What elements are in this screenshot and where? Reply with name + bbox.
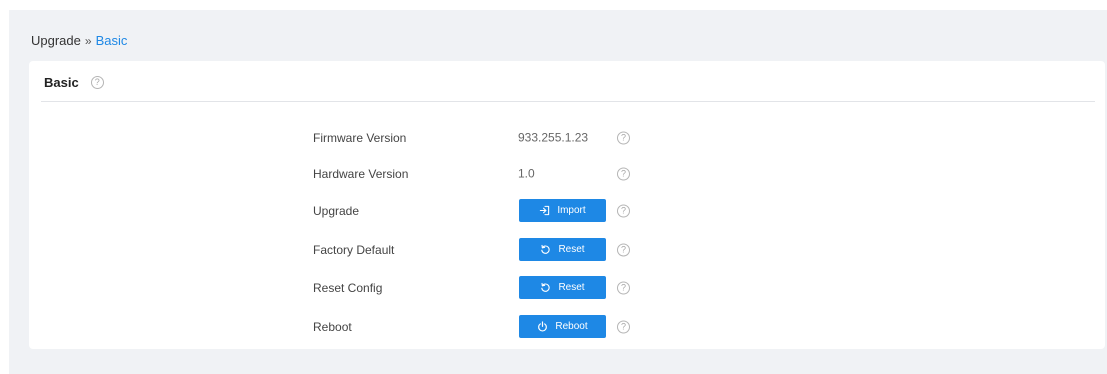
upgrade-label: Upgrade: [313, 204, 360, 218]
reboot-label: Reboot: [313, 320, 352, 334]
import-button[interactable]: Import: [519, 199, 606, 222]
firmware-version-label: Firmware Version: [313, 131, 407, 145]
help-icon[interactable]: ?: [617, 204, 630, 218]
factory-default-row: Factory Default Reset ?: [29, 238, 1105, 262]
help-icon[interactable]: ?: [617, 167, 630, 181]
reset-icon: [540, 282, 551, 293]
page-background: Upgrade» Basic Basic ? Firmware Version 9…: [9, 10, 1107, 374]
hardware-version-value: 1.0: [518, 166, 535, 181]
help-icon[interactable]: ?: [90, 75, 104, 89]
breadcrumb-current: Basic: [95, 33, 128, 48]
factory-default-reset-button[interactable]: Reset: [519, 238, 606, 261]
breadcrumb-separator: »: [84, 34, 92, 48]
header-divider: [41, 101, 1095, 102]
upgrade-row: Upgrade Import ?: [29, 199, 1105, 223]
reboot-row: Reboot Reboot ?: [29, 315, 1105, 339]
help-icon[interactable]: ?: [617, 131, 630, 145]
reset-config-button[interactable]: Reset: [519, 276, 606, 299]
basic-card: Basic ? Firmware Version 933.255.1.23 ? …: [29, 61, 1105, 349]
help-icon[interactable]: ?: [617, 281, 630, 295]
card-title: Basic: [44, 74, 79, 90]
breadcrumb: Upgrade» Basic: [31, 33, 127, 48]
card-header: Basic ?: [44, 73, 104, 91]
help-icon[interactable]: ?: [617, 320, 630, 334]
reset-config-label: Reset Config: [313, 281, 383, 295]
import-button-label: Import: [557, 205, 586, 216]
import-icon: [539, 205, 550, 216]
reset-config-button-label: Reset: [558, 282, 585, 293]
firmware-version-row: Firmware Version 933.255.1.23 ?: [29, 126, 1105, 150]
factory-default-reset-label: Reset: [558, 244, 585, 255]
hardware-version-label: Hardware Version: [313, 167, 409, 181]
reset-config-row: Reset Config Reset ?: [29, 276, 1105, 300]
reboot-button-label: Reboot: [555, 321, 588, 332]
hardware-version-row: Hardware Version 1.0 ?: [29, 162, 1105, 186]
breadcrumb-parent[interactable]: Upgrade: [31, 33, 81, 48]
help-icon[interactable]: ?: [617, 243, 630, 257]
factory-default-label: Factory Default: [313, 243, 395, 257]
firmware-version-value: 933.255.1.23: [518, 130, 589, 145]
reset-icon: [540, 244, 551, 255]
power-icon: [537, 321, 548, 332]
reboot-button[interactable]: Reboot: [519, 315, 606, 338]
